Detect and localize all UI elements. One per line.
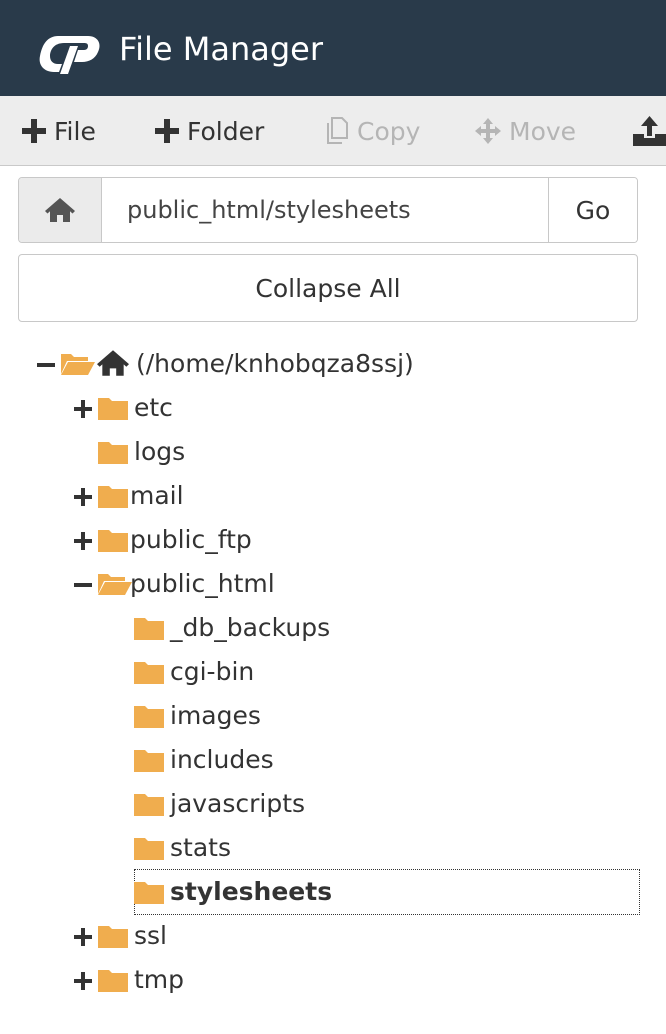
copy-label: Copy	[357, 116, 421, 146]
open-folder-icon	[61, 354, 95, 375]
tree-node-stylesheets[interactable]: stylesheets	[170, 877, 332, 906]
upload-button[interactable]	[633, 96, 666, 166]
open-folder-icon	[98, 574, 132, 595]
folder-icon	[134, 750, 164, 772]
tree-node-db-backups[interactable]: _db_backups	[170, 613, 330, 642]
folder-icon	[134, 662, 164, 684]
path-input[interactable]	[103, 178, 549, 242]
cpanel-logo[interactable]	[38, 28, 102, 74]
home-button[interactable]	[19, 178, 102, 242]
new-file-label: File	[54, 116, 96, 146]
tree-node-tmp[interactable]: tmp	[134, 965, 184, 994]
tree-node-ssl[interactable]: ssl	[134, 921, 167, 950]
go-button[interactable]: Go	[548, 178, 637, 242]
tree-node-stats[interactable]: stats	[170, 833, 231, 862]
folder-icon	[98, 530, 128, 552]
new-folder-button[interactable]: Folder	[155, 96, 264, 166]
home-icon	[97, 350, 129, 376]
collapse-toggle[interactable]	[74, 576, 92, 594]
tree-node-root[interactable]: (/home/knhobqza8ssj)	[136, 349, 414, 378]
app-title: File Manager	[119, 30, 323, 68]
folder-icon	[134, 838, 164, 860]
tree-node-cgi-bin[interactable]: cgi-bin	[170, 657, 254, 686]
new-file-button[interactable]: File	[22, 96, 96, 166]
expand-toggle[interactable]	[74, 972, 92, 990]
expand-toggle[interactable]	[74, 400, 92, 418]
new-folder-label: Folder	[187, 116, 265, 146]
plus-icon	[155, 119, 179, 143]
home-icon	[45, 198, 75, 222]
app-header: File Manager	[0, 0, 666, 96]
folder-icon	[134, 882, 164, 904]
collapse-all-button[interactable]: Collapse All	[18, 254, 638, 322]
tree-node-public-html[interactable]: public_html	[130, 569, 275, 598]
folder-icon	[98, 398, 128, 420]
folder-icon	[98, 486, 128, 508]
upload-icon	[633, 116, 666, 146]
expand-toggle[interactable]	[74, 532, 92, 550]
collapse-toggle[interactable]	[37, 356, 55, 374]
expand-toggle[interactable]	[74, 928, 92, 946]
tree-node-public-ftp[interactable]: public_ftp	[130, 525, 252, 554]
tree-node-includes[interactable]: includes	[170, 745, 274, 774]
folder-icon	[134, 794, 164, 816]
tree-node-logs[interactable]: logs	[134, 437, 185, 466]
folder-icon	[98, 970, 128, 992]
move-label: Move	[509, 116, 577, 146]
tree-node-mail[interactable]: mail	[130, 481, 184, 510]
path-bar: Go	[18, 177, 638, 243]
plus-icon	[22, 119, 46, 143]
folder-icon	[134, 618, 164, 640]
move-button[interactable]: Move	[475, 96, 576, 166]
expand-toggle[interactable]	[74, 488, 92, 506]
tree-node-javascripts[interactable]: javascripts	[170, 789, 305, 818]
tree-node-etc[interactable]: etc	[134, 393, 173, 422]
folder-icon	[134, 706, 164, 728]
move-icon	[475, 118, 501, 144]
toolbar: File Folder Copy Move	[0, 96, 666, 166]
folder-icon	[98, 926, 128, 948]
folder-icon	[98, 442, 128, 464]
copy-icon	[327, 117, 348, 144]
tree-node-images[interactable]: images	[170, 701, 261, 730]
copy-button[interactable]: Copy	[325, 96, 420, 166]
